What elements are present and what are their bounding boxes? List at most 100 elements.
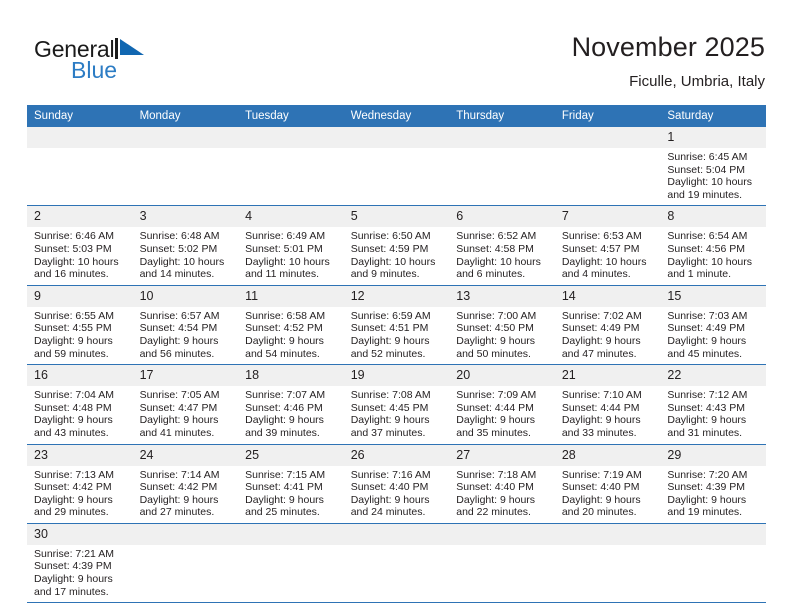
calendar-day-cell[interactable]: 30 Sunrise: 7:21 AM Sunset: 4:39 PM Dayligh…: [27, 523, 133, 604]
day-number: 14: [554, 285, 661, 307]
weekday-header-monday: Monday: [132, 105, 239, 127]
sunset-time: Sunset: 4:56 PM: [667, 242, 746, 255]
sunset-time: Sunset: 4:40 PM: [561, 481, 640, 494]
calendar-day-cell[interactable]: 25 Sunrise: 7:15 AM Sunset: 4:41 PM Dayligh…: [238, 444, 344, 524]
day-number: 18: [238, 365, 344, 387]
sunset-time: Sunset: 4:49 PM: [667, 322, 746, 335]
daylight-duration-line2: and 24 minutes.: [350, 506, 426, 519]
daylight-duration-line1: Daylight: 9 hours: [139, 334, 219, 347]
sunset-time: Sunset: 4:57 PM: [561, 242, 640, 255]
day-details: Sunrise: 6:54 AM Sunset: 4:56 PM Daylight:…: [660, 227, 766, 284]
day-number: 22: [660, 365, 766, 387]
sunrise-time: Sunrise: 6:48 AM: [139, 230, 220, 243]
daylight-duration-line2: and 4 minutes.: [561, 268, 631, 281]
daylight-duration-line2: and 19 minutes.: [667, 188, 743, 201]
calendar-day-cell[interactable]: 27 Sunrise: 7:18 AM Sunset: 4:40 PM Dayligh…: [449, 444, 555, 524]
day-number: 4: [238, 206, 344, 228]
day-details: Sunrise: 6:57 AM Sunset: 4:54 PM Daylight:…: [133, 307, 239, 364]
calendar-day-cell[interactable]: 10 Sunrise: 6:57 AM Sunset: 4:54 PM Dayligh…: [132, 285, 239, 366]
day-number: 1: [660, 127, 766, 148]
weekday-header-saturday: Saturday: [660, 105, 766, 127]
day-number: 6: [449, 206, 555, 228]
calendar-day-cell[interactable]: 4 Sunrise: 6:49 AM Sunset: 5:01 PM Daylight…: [238, 205, 344, 286]
day-details: Sunrise: 7:13 AM Sunset: 4:42 PM Daylight:…: [27, 466, 133, 523]
sunset-time: Sunset: 4:46 PM: [245, 401, 323, 414]
calendar-day-cell[interactable]: 18 Sunrise: 7:07 AM Sunset: 4:46 PM Dayligh…: [238, 364, 344, 445]
day-details: Sunrise: 6:46 AM Sunset: 5:03 PM Daylight:…: [27, 227, 133, 284]
daylight-duration-line1: Daylight: 10 hours: [34, 255, 119, 268]
sunrise-time: Sunrise: 7:15 AM: [245, 468, 326, 481]
calendar-day-cell[interactable]: 24 Sunrise: 7:14 AM Sunset: 4:42 PM Dayligh…: [132, 444, 239, 524]
calendar-day-cell[interactable]: 6 Sunrise: 6:52 AM Sunset: 4:58 PM Daylight…: [449, 205, 555, 286]
daylight-duration-line1: Daylight: 9 hours: [139, 493, 219, 506]
daylight-duration-line1: Daylight: 9 hours: [667, 493, 747, 506]
daylight-duration-line2: and 33 minutes.: [561, 426, 637, 439]
calendar-day-cell[interactable]: 7 Sunrise: 6:53 AM Sunset: 4:57 PM Daylight…: [554, 205, 661, 286]
daylight-duration-line2: and 17 minutes.: [34, 585, 109, 598]
day-number: [449, 523, 555, 545]
calendar-day-cell[interactable]: 16 Sunrise: 7:04 AM Sunset: 4:48 PM Dayligh…: [27, 364, 133, 445]
brand-logo[interactable]: General Blue: [34, 36, 234, 92]
calendar-empty-cell: [238, 523, 344, 604]
calendar-day-cell[interactable]: 29 Sunrise: 7:20 AM Sunset: 4:39 PM Dayligh…: [660, 444, 766, 524]
sunset-time: Sunset: 5:01 PM: [245, 242, 323, 255]
day-number: 21: [554, 365, 661, 387]
calendar-header-row: Sunday Monday Tuesday Wednesday Thursday…: [27, 105, 766, 127]
daylight-duration-line2: and 27 minutes.: [139, 506, 215, 519]
daylight-duration-line2: and 47 minutes.: [561, 347, 637, 360]
calendar-day-cell[interactable]: 20 Sunrise: 7:09 AM Sunset: 4:44 PM Dayligh…: [449, 364, 555, 445]
calendar-day-cell[interactable]: 19 Sunrise: 7:08 AM Sunset: 4:45 PM Dayligh…: [343, 364, 450, 445]
sunset-time: Sunset: 4:42 PM: [139, 481, 218, 494]
calendar-day-cell[interactable]: 23 Sunrise: 7:13 AM Sunset: 4:42 PM Dayligh…: [27, 444, 133, 524]
daylight-duration-line2: and 45 minutes.: [667, 347, 743, 360]
day-number: 7: [554, 206, 661, 228]
calendar-day-cell[interactable]: 17 Sunrise: 7:05 AM Sunset: 4:47 PM Dayligh…: [132, 364, 239, 445]
day-number: 17: [132, 365, 239, 387]
sunrise-time: Sunrise: 7:20 AM: [667, 468, 748, 481]
sunrise-time: Sunrise: 6:53 AM: [561, 230, 642, 243]
daylight-duration-line1: Daylight: 9 hours: [561, 334, 641, 347]
calendar-day-cell[interactable]: 13 Sunrise: 7:00 AM Sunset: 4:50 PM Dayligh…: [449, 285, 555, 366]
calendar-empty-cell: [660, 523, 766, 604]
daylight-duration-line1: Daylight: 9 hours: [245, 334, 324, 347]
day-number: 10: [132, 285, 239, 307]
daylight-duration-line2: and 14 minutes.: [139, 268, 215, 281]
sunrise-time: Sunrise: 7:13 AM: [34, 468, 114, 481]
calendar-day-cell[interactable]: 2 Sunrise: 6:46 AM Sunset: 5:03 PM Daylight…: [27, 205, 133, 286]
calendar-day-cell[interactable]: 5 Sunrise: 6:50 AM Sunset: 4:59 PM Daylight…: [343, 205, 450, 286]
calendar-day-cell[interactable]: 26 Sunrise: 7:16 AM Sunset: 4:40 PM Dayligh…: [343, 444, 450, 524]
calendar-day-cell[interactable]: 22 Sunrise: 7:12 AM Sunset: 4:43 PM Dayligh…: [660, 364, 766, 445]
sunset-time: Sunset: 4:41 PM: [245, 481, 323, 494]
day-number: 28: [554, 444, 661, 466]
sunrise-sunset-calendar: Sunday Monday Tuesday Wednesday Thursday…: [27, 105, 766, 604]
daylight-duration-line2: and 11 minutes.: [245, 268, 320, 281]
daylight-duration-line2: and 43 minutes.: [34, 426, 109, 439]
daylight-duration-line2: and 41 minutes.: [139, 426, 215, 439]
day-details: Sunrise: 7:19 AM Sunset: 4:40 PM Daylight:…: [555, 466, 661, 523]
day-number: 3: [132, 206, 239, 228]
daylight-duration-line1: Daylight: 10 hours: [456, 255, 541, 268]
day-details: Sunrise: 7:08 AM Sunset: 4:45 PM Daylight:…: [344, 386, 450, 443]
calendar-day-cell[interactable]: 3 Sunrise: 6:48 AM Sunset: 5:02 PM Daylight…: [132, 205, 239, 286]
daylight-duration-line2: and 37 minutes.: [350, 426, 426, 439]
daylight-duration-line2: and 56 minutes.: [139, 347, 215, 360]
sunset-time: Sunset: 4:52 PM: [245, 322, 323, 335]
day-number: 5: [343, 206, 450, 228]
calendar-day-cell[interactable]: 11 Sunrise: 6:58 AM Sunset: 4:52 PM Dayligh…: [238, 285, 344, 366]
day-number: [554, 127, 661, 148]
daylight-duration-line1: Daylight: 9 hours: [667, 414, 747, 427]
calendar-day-cell[interactable]: 14 Sunrise: 7:02 AM Sunset: 4:49 PM Dayligh…: [554, 285, 661, 366]
sunrise-time: Sunrise: 6:49 AM: [245, 230, 326, 243]
calendar-day-cell[interactable]: 21 Sunrise: 7:10 AM Sunset: 4:44 PM Dayligh…: [554, 364, 661, 445]
daylight-duration-line1: Daylight: 9 hours: [561, 414, 641, 427]
day-details: Sunrise: 7:05 AM Sunset: 4:47 PM Daylight:…: [133, 386, 239, 443]
calendar-day-cell[interactable]: 15 Sunrise: 7:03 AM Sunset: 4:49 PM Dayligh…: [660, 285, 766, 366]
calendar-day-cell[interactable]: 28 Sunrise: 7:19 AM Sunset: 4:40 PM Dayligh…: [554, 444, 661, 524]
daylight-duration-line1: Daylight: 10 hours: [139, 255, 225, 268]
calendar-day-cell[interactable]: 1 Sunrise: 6:45 AM Sunset: 5:04 PM Daylight…: [660, 127, 766, 207]
calendar-day-cell[interactable]: 9 Sunrise: 6:55 AM Sunset: 4:55 PM Daylight…: [27, 285, 133, 366]
calendar-day-cell[interactable]: 8 Sunrise: 6:54 AM Sunset: 4:56 PM Daylight…: [660, 205, 766, 286]
calendar-week-row: 1 Sunrise: 6:45 AM Sunset: 5:04 PM Daylight…: [27, 127, 766, 207]
calendar-day-cell[interactable]: 12 Sunrise: 6:59 AM Sunset: 4:51 PM Dayligh…: [343, 285, 450, 366]
sunrise-time: Sunrise: 7:00 AM: [456, 309, 537, 322]
